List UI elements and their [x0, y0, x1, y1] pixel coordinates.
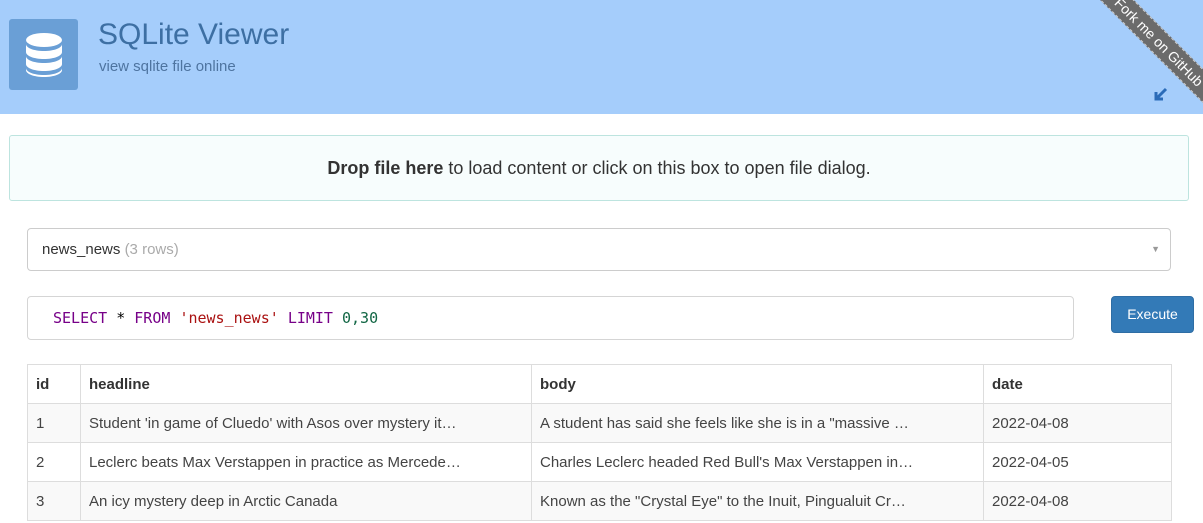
dropzone-strong: Drop file here [327, 158, 444, 178]
cell-headline: Student 'in game of Cluedo' with Asos ov… [80, 403, 532, 443]
column-header-body: body [531, 364, 984, 404]
column-header-date: date [983, 364, 1172, 404]
app-header: SQLite Viewer view sqlite file online Fo… [0, 0, 1203, 114]
sql-keyword-select: SELECT [53, 309, 108, 327]
cell-body: A student has said she feels like she is… [531, 403, 984, 443]
file-dropzone[interactable]: Drop file here to load content or click … [9, 135, 1189, 201]
sql-query-editor[interactable]: SELECT * FROM 'news_news' LIMIT 0,30 [27, 296, 1074, 340]
cell-date: 2022-04-08 [983, 403, 1172, 443]
logo [9, 19, 78, 90]
results-table: id headline body date 1 Student 'in game… [27, 364, 1172, 521]
sql-keyword-limit: LIMIT [287, 309, 333, 327]
cell-date: 2022-04-05 [983, 442, 1172, 482]
cell-headline: Leclerc beats Max Verstappen in practice… [80, 442, 532, 482]
table-select-name: news_news [42, 241, 121, 258]
sql-keyword-from: FROM [134, 309, 171, 327]
table-row[interactable]: 3 An icy mystery deep in Arctic Canada K… [27, 481, 1172, 521]
column-header-headline: headline [80, 364, 532, 404]
execute-button[interactable]: Execute [1111, 296, 1194, 333]
cell-headline: An icy mystery deep in Arctic Canada [80, 481, 532, 521]
app-subtitle: view sqlite file online [99, 58, 236, 75]
app-title: SQLite Viewer [98, 18, 290, 51]
results-header-row: id headline body date [27, 364, 1172, 404]
github-ribbon[interactable]: Fork me on GitHub [1083, 0, 1203, 114]
cell-body: Known as the "Crystal Eye" to the Inuit,… [531, 481, 984, 521]
sql-table-string: 'news_news' [179, 309, 279, 327]
database-icon [26, 33, 62, 77]
table-row[interactable]: 2 Leclerc beats Max Verstappen in practi… [27, 442, 1172, 482]
cell-id: 2 [27, 442, 81, 482]
column-header-id: id [27, 364, 81, 404]
cell-id: 3 [27, 481, 81, 521]
sql-limit-value: 0,30 [342, 309, 379, 327]
github-ribbon-label[interactable]: Fork me on GitHub [1086, 0, 1203, 114]
table-select-rowcount: (3 rows) [124, 241, 179, 258]
cell-date: 2022-04-08 [983, 481, 1172, 521]
cell-id: 1 [27, 403, 81, 443]
sql-star: * [116, 309, 126, 327]
caret-down-icon: ▼ [1151, 244, 1160, 254]
table-row[interactable]: 1 Student 'in game of Cluedo' with Asos … [27, 403, 1172, 443]
table-select[interactable]: news_news (3 rows) ▼ [27, 228, 1171, 271]
dropzone-text: to load content or click on this box to … [443, 158, 871, 178]
cell-body: Charles Leclerc headed Red Bull's Max Ve… [531, 442, 984, 482]
